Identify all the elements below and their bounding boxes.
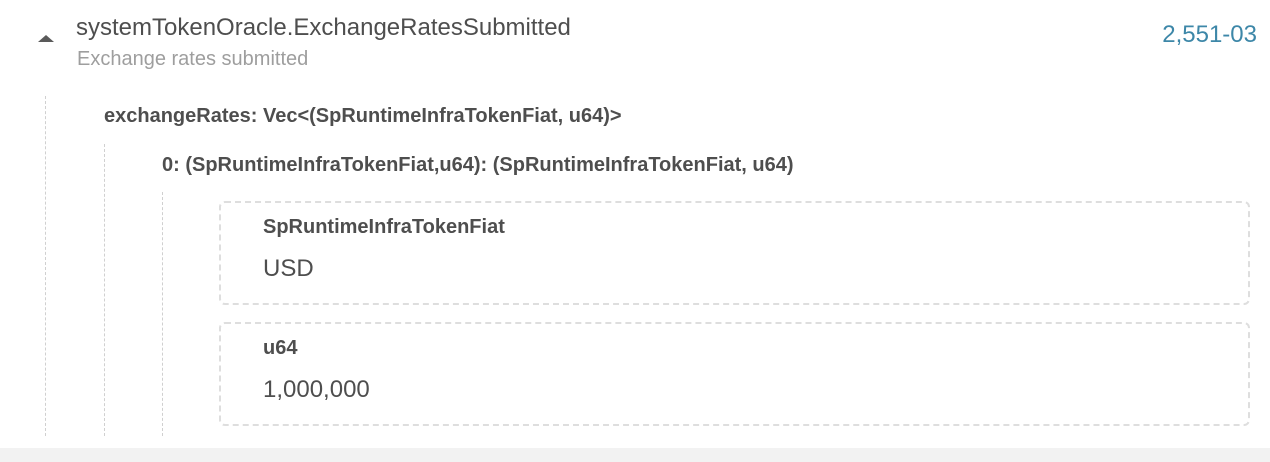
bottom-divider-bar [0, 448, 1270, 462]
field-card-token-fiat: SpRuntimeInfraTokenFiat USD [219, 201, 1250, 305]
param-exchange-rates-label: exchangeRates: Vec<(SpRuntimeInfraTokenF… [104, 105, 622, 127]
field-label: SpRuntimeInfraTokenFiat [263, 216, 505, 238]
field-value: USD [263, 255, 314, 282]
field-label: u64 [263, 337, 298, 359]
event-description: Exchange rates submitted [77, 48, 309, 70]
tree-guide-line [162, 192, 163, 436]
field-card-u64: u64 1,000,000 [219, 322, 1250, 426]
param-item-0-label: 0: (SpRuntimeInfraTokenFiat,u64): (SpRun… [162, 154, 794, 176]
event-name: systemTokenOracle.ExchangeRatesSubmitted [76, 14, 571, 41]
block-number-link[interactable]: 2,551-03 [1162, 21, 1257, 49]
tree-guide-line [104, 144, 105, 436]
collapse-toggle-button[interactable] [35, 30, 57, 48]
field-value: 1,000,000 [263, 376, 370, 403]
tree-guide-line [45, 96, 46, 436]
caret-up-icon [38, 35, 54, 42]
